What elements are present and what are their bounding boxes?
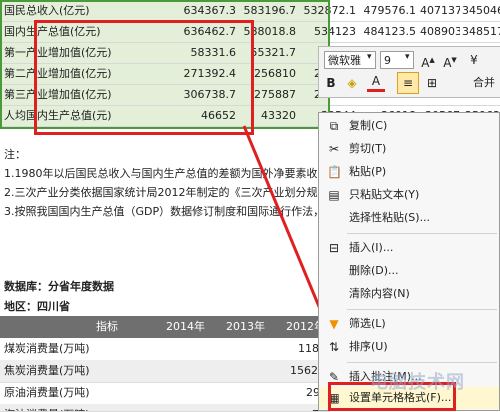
menu-item-label: 剪切(T) xyxy=(349,142,387,155)
menu-item-label: 选择性粘贴(S)... xyxy=(349,211,431,224)
filter-icon: ▼ xyxy=(329,317,339,331)
menu-item-copy[interactable]: ⧉ 复制(C) xyxy=(319,115,499,137)
menu-item-label: 只粘贴文本(Y) xyxy=(349,188,420,201)
mini-toolbar: 微软雅 ▾ 9 ▾ A▲ A▼ ¥ B ◈ A ≡ ⊞ 合并 xyxy=(318,46,500,98)
menu-item-label: 筛选(L) xyxy=(349,317,386,330)
align-center-icon[interactable]: ≡ xyxy=(397,72,419,94)
menu-item-paste-special[interactable]: 选择性粘贴(S)... xyxy=(319,207,499,229)
menu-separator xyxy=(347,309,497,310)
watermark-text: 电脑技术网 xyxy=(370,372,465,393)
menu-item-label: 排序(U) xyxy=(349,340,388,353)
menu-item-label: 插入(I)... xyxy=(349,241,394,254)
menu-item-label: 删除(D)... xyxy=(349,264,399,277)
menu-item-sort[interactable]: ⇅ 排序(U) xyxy=(319,336,499,358)
menu-item-label: 粘贴(P) xyxy=(349,165,387,178)
menu-item-label: 复制(C) xyxy=(349,119,388,132)
chevron-down-icon[interactable]: ▾ xyxy=(405,52,410,62)
insert-icon: ⊟ xyxy=(328,241,340,255)
fill-color-icon[interactable]: ◈ xyxy=(343,73,361,93)
paste-icon: 📋 xyxy=(327,165,342,179)
menu-separator xyxy=(347,233,497,234)
menu-item-delete[interactable]: 删除(D)... xyxy=(319,260,499,282)
sort-icon: ⇅ xyxy=(328,340,340,354)
borders-icon[interactable]: ⊞ xyxy=(423,73,441,93)
menu-item-filter[interactable]: ▼ 筛选(L) xyxy=(319,313,499,335)
bold-button[interactable]: B xyxy=(323,73,339,93)
menu-separator xyxy=(347,362,497,363)
chevron-down-icon[interactable]: ▾ xyxy=(367,52,372,62)
menu-item-paste[interactable]: 📋 粘贴(P) xyxy=(319,161,499,183)
menu-item-clear[interactable]: 清除内容(N) xyxy=(319,283,499,305)
scissors-icon: ✂ xyxy=(328,142,340,156)
context-menu: ⧉ 复制(C) ✂ 剪切(T) 📋 粘贴(P) ▤ 只粘贴文本(Y) 选择性粘贴… xyxy=(318,112,500,411)
copy-icon: ⧉ xyxy=(329,119,339,133)
menu-item-cut[interactable]: ✂ 剪切(T) xyxy=(319,138,499,160)
currency-icon[interactable]: ¥ xyxy=(465,50,483,70)
menu-item-insert[interactable]: ⊟ 插入(I)... xyxy=(319,237,499,259)
menu-item-label: 清除内容(N) xyxy=(349,287,410,300)
font-color-button[interactable]: A xyxy=(367,73,385,92)
increase-font-icon[interactable]: A▲ xyxy=(419,50,437,70)
paste-text-icon: ▤ xyxy=(328,188,340,202)
merge-button[interactable]: 合并 xyxy=(469,73,499,93)
menu-item-paste-text[interactable]: ▤ 只粘贴文本(Y) xyxy=(319,184,499,206)
decrease-font-icon[interactable]: A▼ xyxy=(441,50,459,70)
